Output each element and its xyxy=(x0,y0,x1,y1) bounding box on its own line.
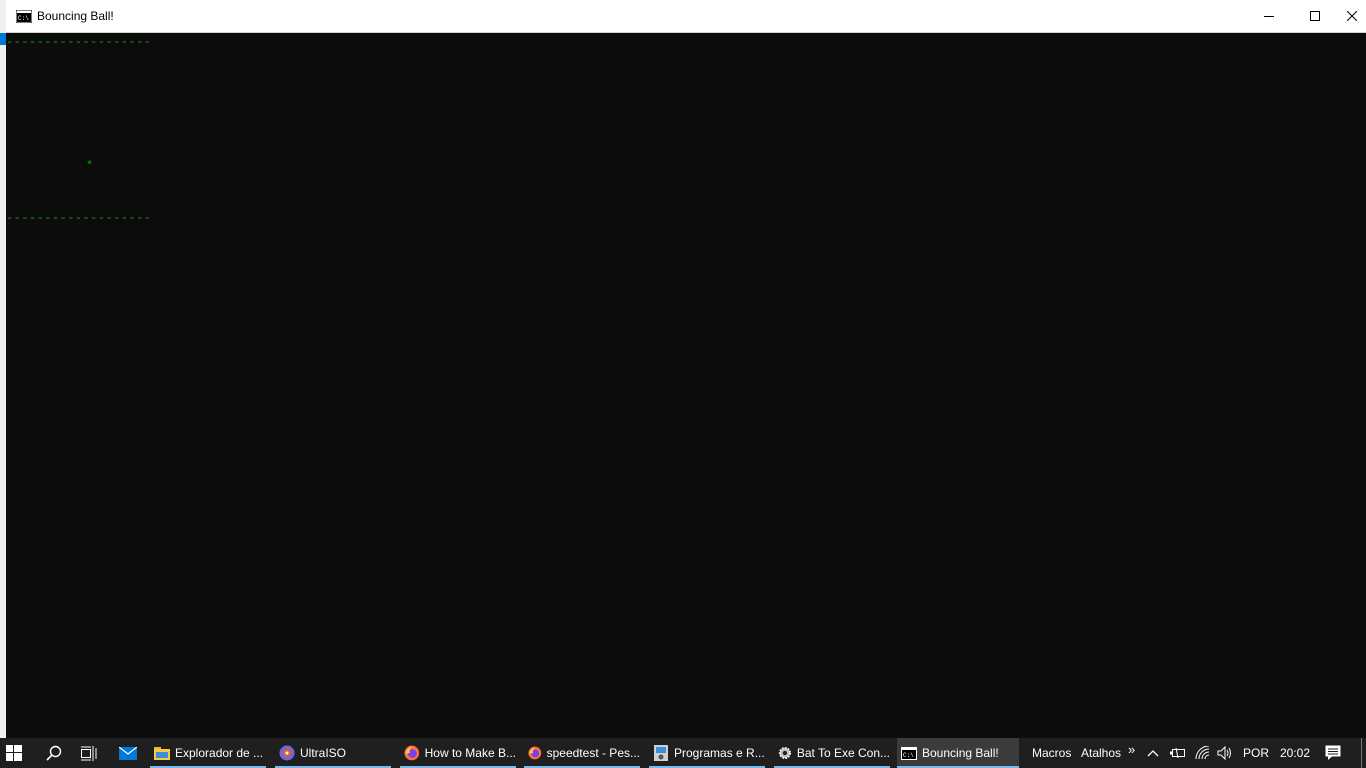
task-explorer[interactable]: Explorador de ... xyxy=(150,738,266,768)
action-center-button[interactable] xyxy=(1325,738,1343,768)
clock[interactable]: 20:02 xyxy=(1280,738,1310,768)
task-label: Bat To Exe Con... xyxy=(796,746,890,760)
taskbar: Explorador de ... UltraISO How to Make B… xyxy=(0,738,1366,768)
volume-button[interactable] xyxy=(1217,738,1235,768)
battery-button[interactable] xyxy=(1170,738,1186,768)
close-button[interactable] xyxy=(1338,0,1366,32)
toolbar-macros[interactable]: Macros xyxy=(1032,738,1071,768)
console-output[interactable]: ------------------- * ------------------… xyxy=(6,33,1366,738)
minimize-icon xyxy=(1264,16,1274,17)
court-top-border: ------------------- xyxy=(6,35,152,49)
title-bar[interactable]: C:\ Bouncing Ball! xyxy=(6,0,1366,33)
task-bouncing-ball[interactable]: C:\ Bouncing Ball! xyxy=(897,738,1019,768)
task-label: Programas e R... xyxy=(674,746,765,760)
console-icon: C:\ xyxy=(901,746,917,760)
task-label: UltraISO xyxy=(300,746,347,760)
task-label: Explorador de ... xyxy=(175,746,264,760)
task-bat-to-exe[interactable]: Bat To Exe Con... xyxy=(774,738,890,768)
gear-icon xyxy=(778,746,791,760)
minimize-button[interactable] xyxy=(1246,0,1292,32)
wifi-icon xyxy=(1195,746,1210,760)
toolbar-atalhos[interactable]: Atalhos xyxy=(1081,738,1121,768)
console-window[interactable]: C:\ Bouncing Ball! ------------------- *… xyxy=(6,0,1366,738)
windows-logo-icon xyxy=(6,745,22,761)
svg-text:C:\: C:\ xyxy=(18,15,29,22)
speaker-icon xyxy=(1217,746,1231,760)
maximize-icon xyxy=(1310,11,1320,21)
chevron-up-icon xyxy=(1147,750,1159,757)
show-hidden-icons-button[interactable] xyxy=(1147,738,1161,768)
window-title: Bouncing Ball! xyxy=(37,9,114,23)
start-button[interactable] xyxy=(6,738,32,768)
mail-icon xyxy=(119,746,137,760)
court-bottom-border: ------------------- xyxy=(6,211,152,225)
task-firefox-speedtest[interactable]: speedtest - Pes... xyxy=(524,738,640,768)
toolbar-overflow-button[interactable]: » xyxy=(1128,734,1135,764)
show-desktop-button[interactable] xyxy=(1361,738,1366,768)
language-indicator[interactable]: POR xyxy=(1243,738,1269,768)
ultraiso-icon xyxy=(279,745,295,761)
task-view-button[interactable] xyxy=(81,738,99,768)
network-button[interactable] xyxy=(1195,738,1211,768)
search-button[interactable] xyxy=(46,738,64,768)
task-label: speedtest - Pes... xyxy=(546,746,640,760)
notification-icon xyxy=(1325,745,1341,760)
task-programs[interactable]: Programas e R... xyxy=(649,738,765,768)
mail-button[interactable] xyxy=(119,738,137,768)
maximize-button[interactable] xyxy=(1292,0,1338,32)
task-view-icon xyxy=(81,745,97,761)
task-firefox-howto[interactable]: How to Make B... xyxy=(400,738,516,768)
ball: * xyxy=(86,159,94,173)
svg-text:C:\: C:\ xyxy=(903,752,914,759)
search-icon xyxy=(46,745,62,761)
battery-icon xyxy=(1170,747,1185,759)
firefox-icon xyxy=(404,745,420,761)
close-icon xyxy=(1347,11,1357,21)
console-icon: C:\ xyxy=(16,10,32,23)
task-label: How to Make B... xyxy=(424,746,516,760)
firefox-icon xyxy=(528,746,542,760)
task-ultraiso[interactable]: UltraISO xyxy=(275,738,391,768)
control-panel-icon xyxy=(654,745,668,761)
task-label: Bouncing Ball! xyxy=(922,746,999,760)
folder-icon xyxy=(154,747,170,760)
